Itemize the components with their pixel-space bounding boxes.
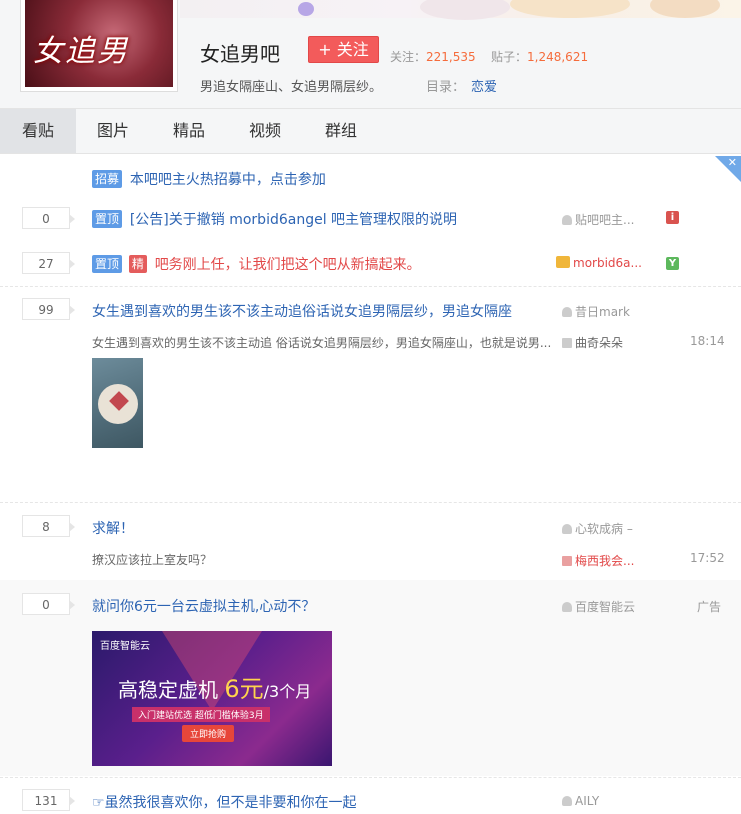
author-name[interactable]: 贴吧吧主...	[575, 213, 634, 227]
ad-label: 广告	[697, 600, 722, 614]
pinned-tag: 置顶	[92, 255, 123, 273]
ad-subline: 入门建站优选 超低门槛体验3月	[132, 707, 270, 722]
header-banner	[180, 0, 741, 20]
thread-excerpt: 女生遇到喜欢的男生该不该主动追 俗话说女追男隔层纱，男追女隔座山，也就是说男..…	[92, 336, 552, 350]
thread-author[interactable]: 百度智能云	[562, 598, 652, 615]
posts-count: 1,248,621	[527, 50, 589, 64]
thread-title[interactable]: 吧务刚上任，让我们把这个吧从新搞起来。	[155, 257, 421, 273]
thread-title[interactable]: 求解！	[92, 518, 134, 538]
ad-buy-button[interactable]: 立即抢购	[182, 725, 235, 742]
posts-stat: 贴子：1,248,621	[491, 48, 588, 65]
banner-decoration	[298, 2, 314, 16]
thread-title[interactable]: 女生遇到喜欢的男生该不该主动追俗话说女追男隔层纱，男追女隔座	[92, 301, 512, 321]
user-icon	[562, 602, 572, 612]
author-name[interactable]: 昔日mark	[575, 305, 630, 319]
forum-avatar-image: 女追男	[25, 0, 173, 87]
followers-label: 关注：	[390, 50, 427, 64]
reply-icon	[562, 338, 572, 348]
user-icon	[562, 796, 572, 806]
ad-headline: 高稳定虚机 6元/3个月	[118, 669, 311, 704]
user-icon	[562, 307, 572, 317]
moderator-icon	[556, 256, 570, 268]
forum-title[interactable]: 女追男吧	[200, 38, 280, 67]
last-reply-name[interactable]: 曲奇朵朵	[575, 336, 623, 350]
forum-tabs: 看贴 图片 精品 视频 群组	[0, 108, 741, 154]
author-name[interactable]: 心软成病 –	[575, 522, 633, 536]
thread-divider	[0, 777, 741, 778]
last-reply-author[interactable]: 梅西我会...	[562, 552, 652, 569]
thread-divider	[0, 502, 741, 503]
reply-icon	[562, 556, 572, 566]
last-reply-time: 17:52	[690, 551, 725, 565]
thread-thumbnail[interactable]	[92, 358, 143, 448]
ad-brand: 百度智能云	[100, 641, 150, 652]
tab-videos[interactable]: 视频	[236, 109, 294, 153]
thread-author[interactable]: 心软成病 –	[562, 520, 652, 537]
pointing-hand-icon: ☞	[92, 795, 105, 811]
reply-count: 99	[22, 298, 75, 320]
tab-featured[interactable]: 精品	[160, 109, 218, 153]
featured-tag: 精	[128, 255, 147, 273]
forum-catalog: 目录： 恋爱	[426, 76, 497, 95]
reply-count: 0	[22, 593, 75, 615]
author-name[interactable]: 百度智能云	[575, 600, 635, 614]
posts-label: 贴子：	[491, 50, 528, 64]
tab-images[interactable]: 图片	[84, 109, 142, 153]
follow-button[interactable]: + 关注	[308, 36, 379, 63]
forum-header: 女追男 女追男吧 + 关注 关注：221,535 贴子：1,248,621 男追…	[0, 0, 741, 108]
thread-author[interactable]: 昔日mark	[562, 303, 652, 320]
close-icon[interactable]: ✕	[728, 156, 737, 170]
last-reply-time: 18:14	[690, 334, 725, 348]
thread-title-text[interactable]: 虽然我很喜欢你，但不是非要和你在一起	[105, 795, 357, 811]
ad-headline-price: 6元	[224, 675, 264, 703]
tab-groups[interactable]: 群组	[312, 109, 370, 153]
thread-excerpt: 撩汉应该拉上室友吗？	[92, 553, 213, 567]
info-badge-icon: i	[666, 211, 679, 224]
level-badge-icon: Y	[666, 257, 679, 270]
thread-title[interactable]: ☞虽然我很喜欢你，但不是非要和你在一起	[92, 792, 357, 812]
ad-banner[interactable]: 百度智能云 高稳定虚机 6元/3个月 入门建站优选 超低门槛体验3月 立即抢购	[92, 631, 332, 766]
ad-headline-period: /3个月	[263, 682, 312, 701]
banner-decoration	[650, 0, 720, 18]
thread-author[interactable]: AILY	[562, 794, 652, 808]
reply-count: 8	[22, 515, 75, 537]
ad-headline-main: 高稳定虚机	[118, 678, 218, 702]
thread-divider	[0, 286, 741, 287]
avatar-logo-text: 女追男	[33, 34, 129, 69]
banner-decoration	[510, 0, 630, 18]
last-reply-name[interactable]: 梅西我会...	[575, 554, 634, 568]
forum-avatar[interactable]: 女追男	[20, 0, 178, 92]
recruit-notice-text[interactable]: 本吧吧主火热招募中，点击参加	[130, 172, 326, 188]
user-icon	[562, 215, 572, 225]
catalog-link[interactable]: 恋爱	[471, 80, 497, 95]
author-name[interactable]: AILY	[575, 794, 599, 808]
thread-title-row: 置顶 精 吧务刚上任，让我们把这个吧从新搞起来。	[92, 254, 421, 274]
catalog-label: 目录：	[426, 80, 466, 95]
forum-slogan: 男追女隔座山、女追男隔层纱。	[200, 80, 383, 95]
thread-title[interactable]: 就问你6元一台云虚拟主机,心动不？	[92, 596, 315, 616]
pinned-tag: 置顶	[92, 210, 123, 228]
recruit-notice[interactable]: 招募 本吧吧主火热招募中，点击参加	[92, 169, 326, 189]
recruit-tag: 招募	[92, 170, 123, 188]
thread-title[interactable]: [公告]关于撤销 morbid6angel 吧主管理权限的说明	[130, 212, 457, 228]
thread-title-row: 置顶 [公告]关于撤销 morbid6angel 吧主管理权限的说明	[92, 209, 457, 229]
user-icon	[562, 524, 572, 534]
thread-author[interactable]: morbid6a...	[556, 256, 646, 270]
last-reply-author[interactable]: 曲奇朵朵	[562, 334, 652, 351]
reply-count: 131	[22, 789, 75, 811]
reply-count: 0	[22, 207, 75, 229]
followers-count: 221,535	[426, 50, 476, 64]
thread-author[interactable]: 贴吧吧主...	[562, 211, 652, 228]
followers-stat: 关注：221,535	[390, 48, 476, 65]
reply-count: 27	[22, 252, 75, 274]
banner-decoration	[420, 0, 510, 20]
author-name[interactable]: morbid6a...	[573, 256, 642, 270]
tab-posts[interactable]: 看贴	[0, 109, 76, 153]
